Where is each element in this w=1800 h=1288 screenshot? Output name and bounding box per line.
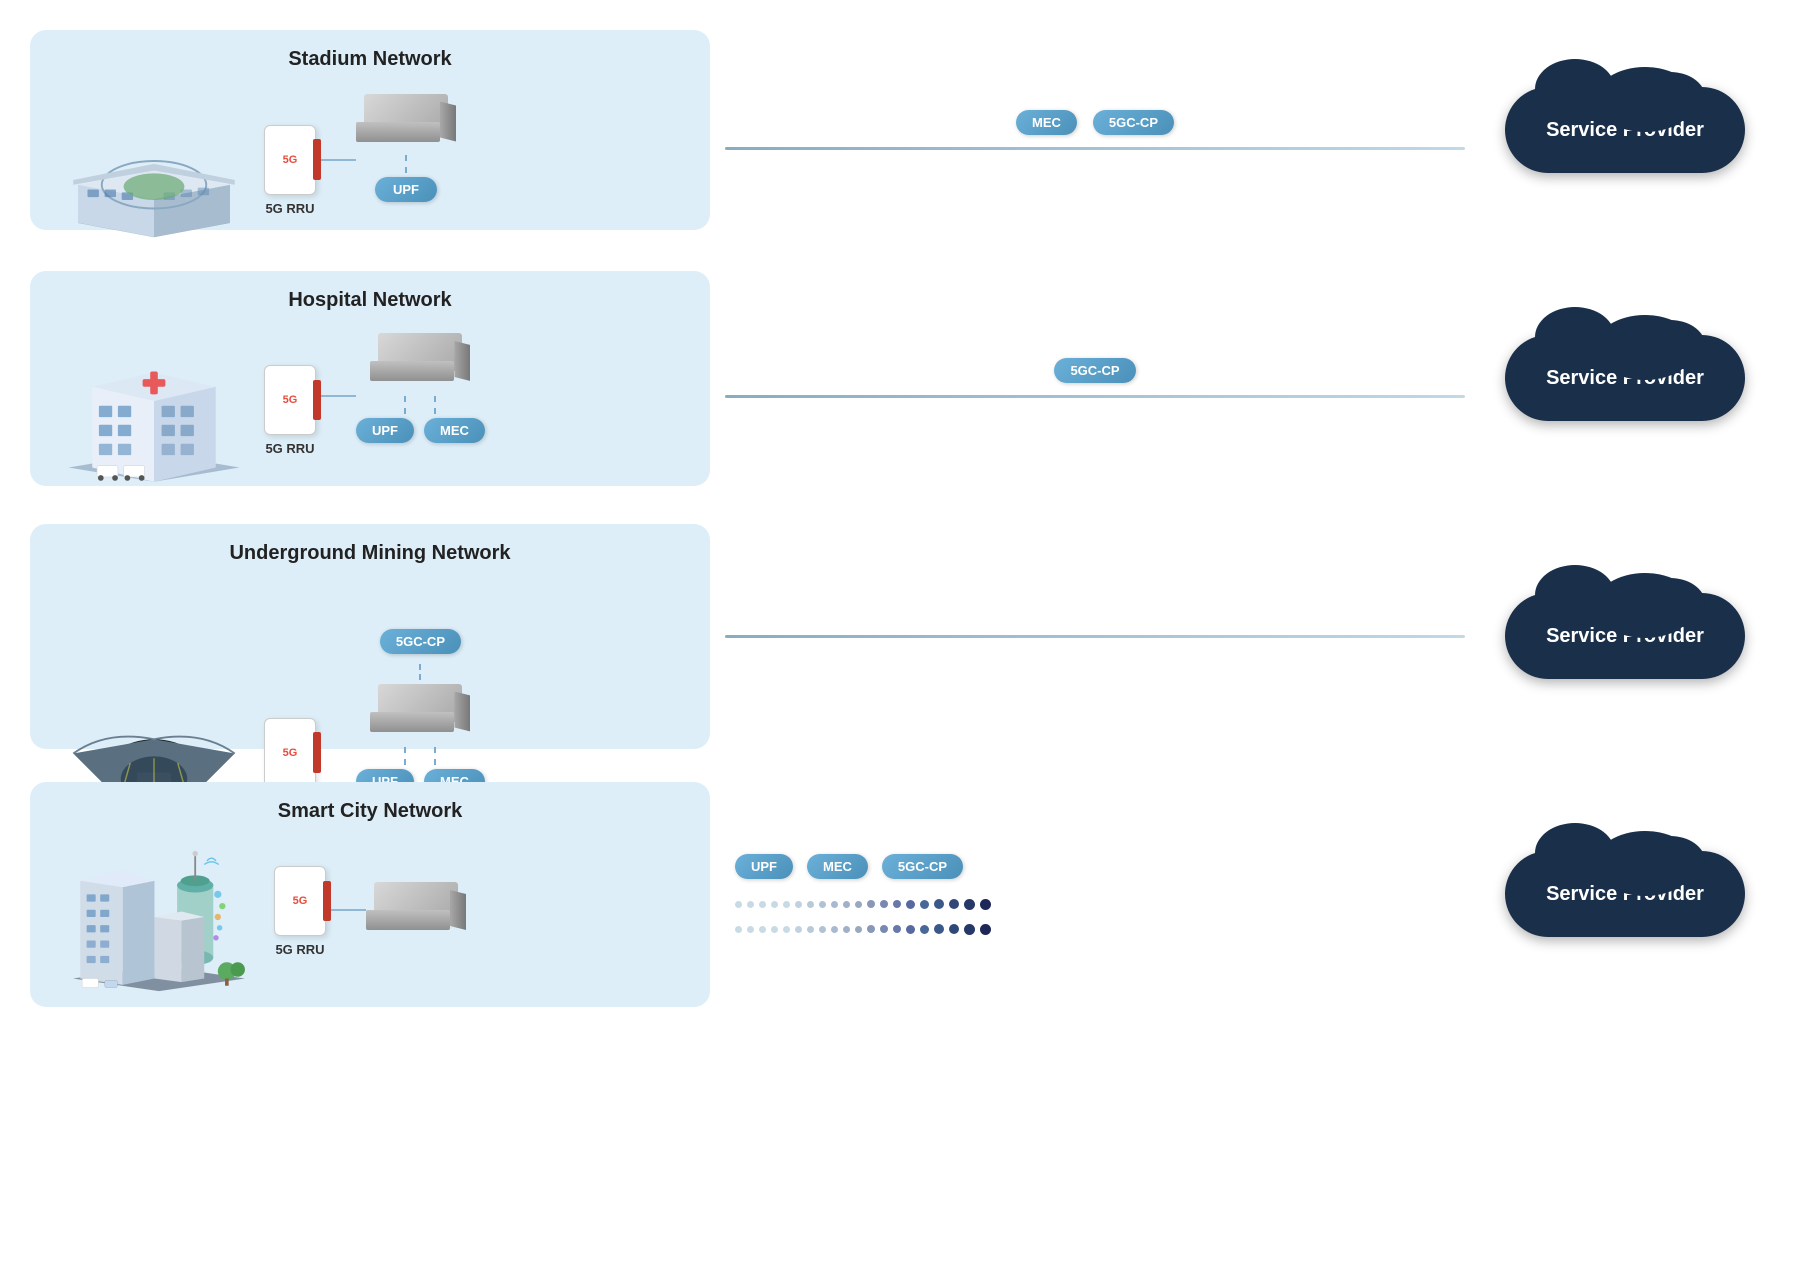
mid-section-stadium: MEC 5GC-CP bbox=[710, 110, 1480, 150]
pill-mec-hospital: MEC bbox=[424, 418, 485, 443]
switch-stadium bbox=[356, 94, 456, 149]
switch-dashed-lines-hospital bbox=[404, 396, 436, 414]
pill-mec-sc: MEC bbox=[807, 854, 868, 879]
city-svg bbox=[64, 839, 254, 1004]
switch-mining bbox=[370, 684, 470, 739]
rru-to-switch-line-stadium bbox=[316, 159, 356, 161]
mid-section-smartcity: UPF MEC 5GC-CP bbox=[710, 854, 1480, 935]
floating-pills-smartcity: UPF MEC 5GC-CP bbox=[735, 854, 963, 879]
row-mining: Underground Mining Network bbox=[30, 516, 1770, 756]
row-hospital: Hospital Network bbox=[30, 258, 1770, 498]
floating-pills-hospital: 5GC-CP bbox=[1054, 358, 1135, 383]
pills-hospital: UPF MEC bbox=[356, 418, 485, 443]
cloud-label-smartcity: Service Provider bbox=[1546, 883, 1704, 905]
rru-device-stadium: 5G bbox=[264, 125, 316, 195]
pill-upf-sc: UPF bbox=[735, 854, 793, 879]
switch-dashed-lines-mining bbox=[404, 747, 436, 765]
switch-group-smartcity bbox=[366, 882, 466, 937]
rru-to-switch-line-sc bbox=[326, 909, 366, 911]
stadium-svg bbox=[59, 88, 249, 253]
cloud-container-hospital: Service Provider bbox=[1480, 335, 1770, 421]
pill-5gccp-sc: 5GC-CP bbox=[882, 854, 963, 879]
row-stadium: Stadium Network bbox=[30, 20, 1770, 240]
cloud-wrapper-smartcity: Service Provider bbox=[1505, 851, 1745, 937]
cloud-label-mining: Service Provider bbox=[1546, 625, 1704, 647]
network-title-stadium: Stadium Network bbox=[54, 48, 686, 71]
switch-to-upf-line bbox=[405, 155, 407, 173]
conn-line-stadium bbox=[725, 147, 1465, 150]
network-box-smartcity: Smart City Network bbox=[30, 782, 710, 1007]
pill-5gccp-hospital: 5GC-CP bbox=[1054, 358, 1135, 383]
mid-section-hospital: 5GC-CP bbox=[710, 358, 1480, 398]
network-title-smartcity: Smart City Network bbox=[54, 800, 686, 823]
smartcity-building bbox=[54, 837, 264, 1007]
diagram-container: Stadium Network bbox=[30, 20, 1770, 1014]
rru-label-stadium: 5G RRU bbox=[265, 201, 314, 216]
dotted-row-1 bbox=[725, 899, 1465, 910]
cloud-container-smartcity: Service Provider bbox=[1480, 851, 1770, 937]
cloud-label-stadium: Service Provider bbox=[1546, 119, 1704, 141]
switch-hospital bbox=[370, 333, 470, 388]
pill-upf-stadium: UPF bbox=[375, 177, 437, 202]
cloud-stadium: Service Provider bbox=[1505, 87, 1745, 173]
network-title-mining: Underground Mining Network bbox=[54, 542, 686, 565]
row-smartcity: Smart City Network bbox=[30, 774, 1770, 1014]
cloud-label-hospital: Service Provider bbox=[1546, 367, 1704, 389]
network-title-hospital: Hospital Network bbox=[54, 289, 686, 312]
rru-5g-label-m: 5G bbox=[283, 747, 298, 759]
conn-line-hospital bbox=[725, 395, 1465, 398]
hospital-svg bbox=[59, 328, 249, 493]
dotted-row-2 bbox=[725, 924, 1465, 935]
switch-group-hospital: UPF MEC bbox=[356, 333, 485, 488]
pill-5gccp-stadium: 5GC-CP bbox=[1093, 110, 1174, 135]
rru-device-mining: 5G bbox=[264, 718, 316, 788]
network-box-hospital: Hospital Network bbox=[30, 271, 710, 486]
rru-device-hospital: 5G bbox=[264, 365, 316, 435]
top-dashed-line-mining bbox=[419, 664, 421, 680]
switch-smartcity bbox=[366, 882, 466, 937]
conn-line-mining bbox=[725, 635, 1465, 638]
rru-group-smartcity: 5G 5G RRU bbox=[274, 866, 326, 957]
rru-5g-label-sc: 5G bbox=[293, 895, 308, 907]
cloud-container-stadium: Service Provider bbox=[1480, 87, 1770, 173]
net-content-smartcity: 5G 5G RRU bbox=[54, 837, 686, 1007]
pill-upf-hospital: UPF bbox=[356, 418, 414, 443]
cloud-mining: Service Provider bbox=[1505, 593, 1745, 679]
network-box-mining: Underground Mining Network bbox=[30, 524, 710, 749]
rru-to-switch-line-hospital bbox=[316, 395, 356, 397]
floating-pills-stadium: MEC 5GC-CP bbox=[1016, 110, 1174, 135]
stadium-building bbox=[54, 85, 254, 255]
cloud-container-mining: Service Provider bbox=[1480, 593, 1770, 679]
cloud-smartcity: Service Provider bbox=[1505, 851, 1745, 937]
rru-group-hospital: 5G 5G RRU bbox=[264, 365, 316, 456]
rru-5g-label-h: 5G bbox=[283, 394, 298, 406]
cloud-wrapper-stadium: Service Provider bbox=[1505, 87, 1745, 173]
pill-5gccp-mining-top: 5GC-CP bbox=[380, 629, 461, 654]
rru-label-hospital: 5G RRU bbox=[265, 441, 314, 456]
mid-section-mining bbox=[710, 635, 1480, 638]
network-box-stadium: Stadium Network bbox=[30, 30, 710, 230]
switch-group-stadium: UPF bbox=[356, 94, 456, 247]
rru-5g-label: 5G bbox=[283, 154, 298, 166]
pill-mec-stadium: MEC bbox=[1016, 110, 1077, 135]
rru-label-smartcity: 5G RRU bbox=[275, 942, 324, 957]
rru-device-smartcity: 5G bbox=[274, 866, 326, 936]
net-content-stadium: 5G 5G RRU UPF bbox=[54, 85, 686, 255]
cloud-wrapper-hospital: Service Provider bbox=[1505, 335, 1745, 421]
hospital-building bbox=[54, 326, 254, 496]
cloud-hospital: Service Provider bbox=[1505, 335, 1745, 421]
rru-group-stadium: 5G 5G RRU bbox=[264, 125, 316, 216]
cloud-wrapper-mining: Service Provider bbox=[1505, 593, 1745, 679]
net-content-hospital: 5G 5G RRU bbox=[54, 326, 686, 496]
